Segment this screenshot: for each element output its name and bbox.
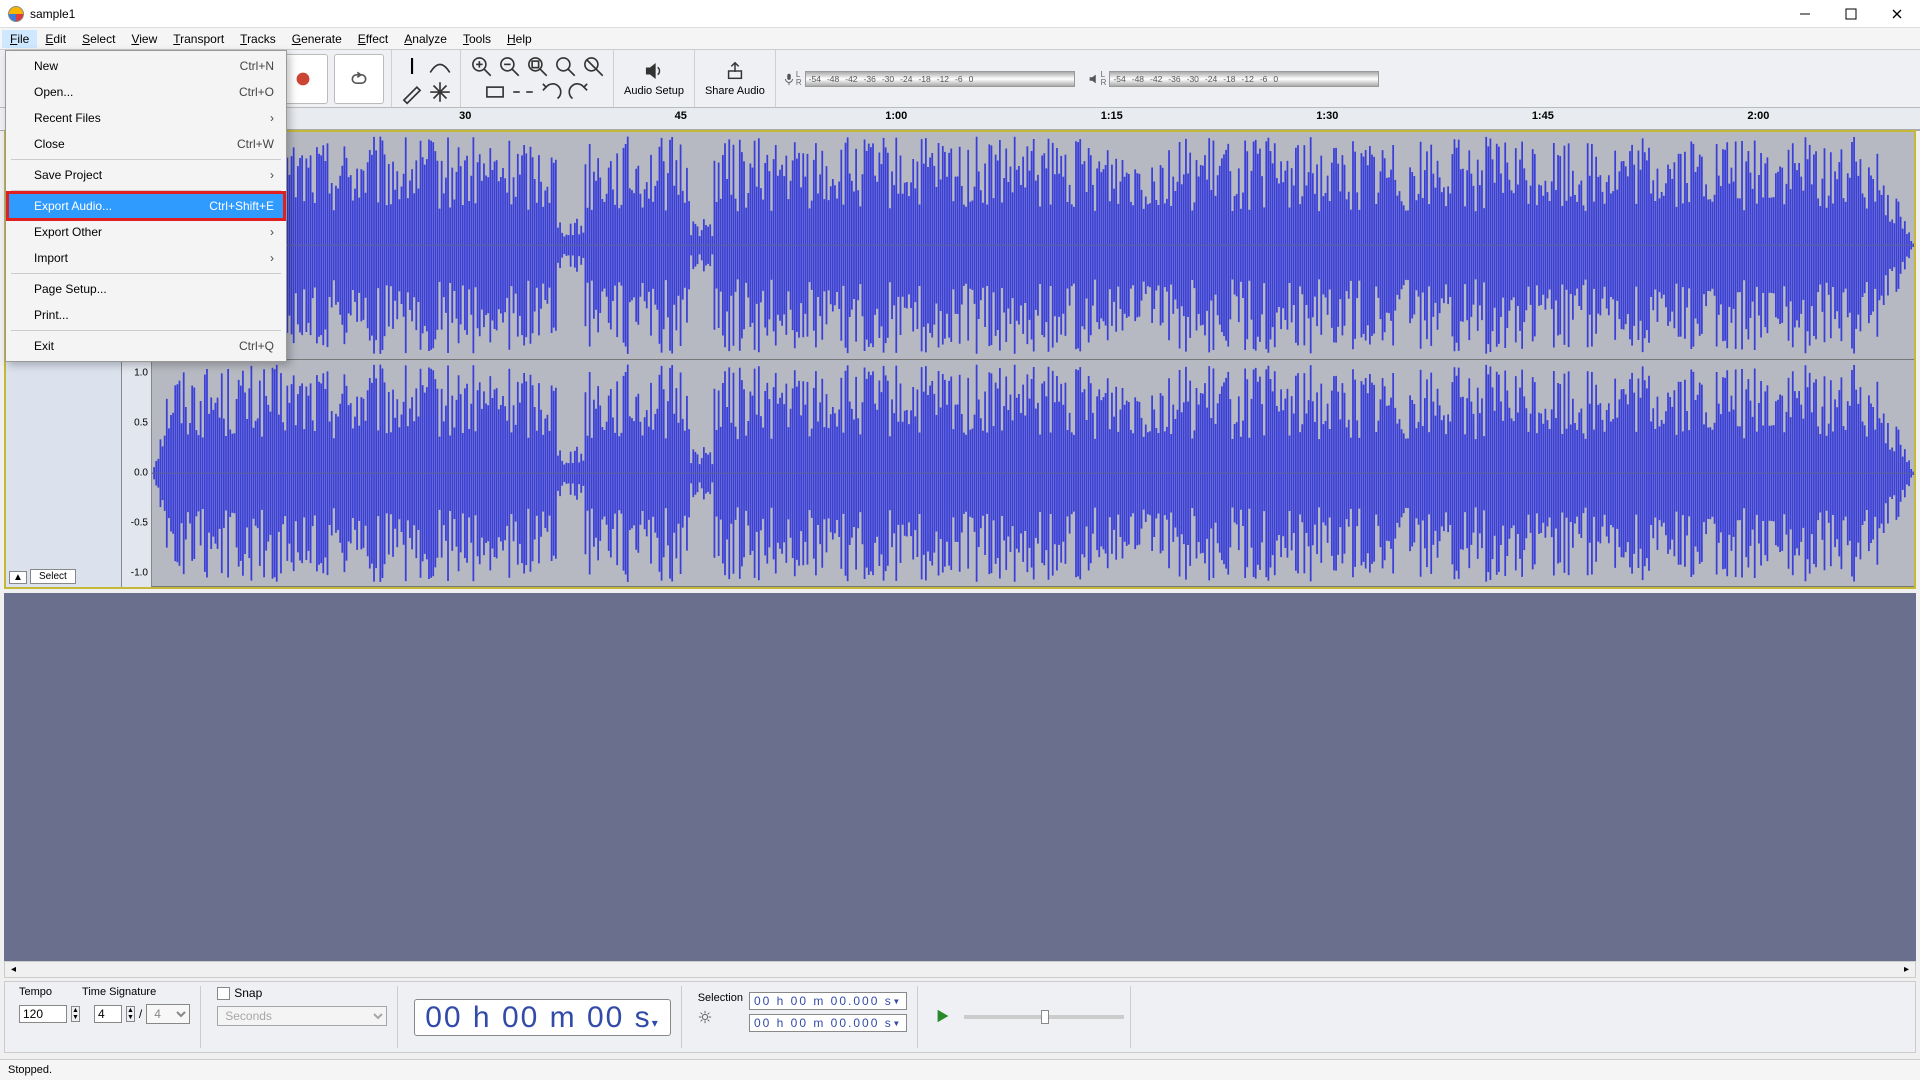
timesig-sep: / [139,1007,142,1021]
waveform-area[interactable] [152,132,1914,587]
menu-item-export-other[interactable]: Export Other› [8,219,284,245]
selection-label: Selection [698,992,743,1004]
draw-tool-icon[interactable] [399,79,425,105]
status-text: Stopped. [8,1064,52,1076]
playback-speed-slider[interactable] [964,1015,1124,1019]
menu-item-close[interactable]: CloseCtrl+W [8,131,284,157]
menu-item-exit[interactable]: ExitCtrl+Q [8,333,284,359]
loop-button[interactable] [334,54,384,104]
zoom-out-icon[interactable] [496,53,522,79]
menu-item-new[interactable]: NewCtrl+N [8,53,284,79]
envelope-tool-icon[interactable] [427,53,453,79]
menu-item-save-project[interactable]: Save Project› [8,162,284,188]
svg-text:I: I [409,53,415,79]
menu-tools[interactable]: Tools [455,30,499,48]
track-select-button[interactable]: Select [30,569,76,584]
zoom-in-icon[interactable] [468,53,494,79]
tempo-label: Tempo [19,986,52,998]
minimize-button[interactable] [1782,0,1828,27]
speaker-icon [1087,72,1101,86]
window-title: sample1 [30,7,75,21]
titlebar: sample1 [0,0,1920,28]
menu-tracks[interactable]: Tracks [232,30,284,48]
recording-meter[interactable]: LR -54-48-42-36-30-24-18-12-60 [776,50,1081,107]
menu-generate[interactable]: Generate [284,30,350,48]
timesig-num-input[interactable] [94,1005,122,1023]
share-audio-button[interactable]: Share Audio [695,50,776,107]
timesig-label: Time Signature [82,986,156,998]
multi-tool-icon[interactable] [427,79,453,105]
menu-help[interactable]: Help [499,30,540,48]
menu-effect[interactable]: Effect [350,30,396,48]
undo-icon[interactable] [538,79,564,105]
statusbar: Stopped. [0,1059,1920,1080]
toolbar: I Audio Setup Share Audio LR [0,50,1920,108]
scroll-right-icon[interactable]: ▸ [1898,962,1915,977]
trim-icon[interactable] [482,79,508,105]
microphone-icon [782,72,796,86]
selection-start-display[interactable]: 00 h 00 m 00.000 s▾ [749,992,907,1010]
fit-project-icon[interactable] [552,53,578,79]
selection-tool-icon[interactable]: I [399,53,425,79]
menu-analyze[interactable]: Analyze [396,30,455,48]
snap-label: Snap [234,986,262,1000]
file-menu-dropdown: NewCtrl+NOpen...Ctrl+ORecent Files›Close… [5,50,287,362]
bottom-toolbar: Tempo Time Signature ▲▼ ▲▼ / 4 Snap Seco… [4,981,1916,1053]
track-collapse-button[interactable]: ▲ [9,571,27,584]
menu-item-page-setup[interactable]: Page Setup... [8,276,284,302]
menu-file[interactable]: File [2,30,37,48]
snap-unit-select[interactable]: Seconds [217,1006,387,1026]
menu-transport[interactable]: Transport [165,30,232,48]
fit-selection-icon[interactable] [524,53,550,79]
audio-setup-label: Audio Setup [624,85,684,97]
menu-item-open[interactable]: Open...Ctrl+O [8,79,284,105]
maximize-button[interactable] [1828,0,1874,27]
redo-icon[interactable] [566,79,592,105]
menubar: FileEditSelectViewTransportTracksGenerat… [0,28,1920,50]
menu-item-recent-files[interactable]: Recent Files› [8,105,284,131]
waveform-channel-right[interactable] [152,360,1914,588]
selection-end-display[interactable]: 00 h 00 m 00.000 s▾ [749,1014,907,1032]
menu-item-import[interactable]: Import› [8,245,284,271]
time-position-display[interactable]: 00 h 00 m 00 s▾ [414,999,671,1036]
menu-select[interactable]: Select [74,30,123,48]
zoom-toggle-icon[interactable] [580,53,606,79]
tempo-input[interactable] [19,1005,67,1023]
empty-track-area[interactable] [4,593,1916,961]
menu-edit[interactable]: Edit [37,30,74,48]
share-audio-label: Share Audio [705,85,765,97]
timeline-ruler[interactable]: 1530451:001:151:301:452:00 [124,108,1920,130]
menu-item-export-audio[interactable]: Export Audio...Ctrl+Shift+E [8,193,284,219]
app-icon [8,6,24,22]
gear-icon[interactable] [698,1010,712,1024]
close-button[interactable] [1874,0,1920,27]
play-at-speed-button[interactable] [934,1007,952,1028]
track-viewport: ▲ Select 1.0 0.5 0.0 -0.5 -1.0 1.0 0.5 0… [4,130,1916,589]
menu-view[interactable]: View [123,30,165,48]
silence-icon[interactable] [510,79,536,105]
audio-setup-button[interactable]: Audio Setup [614,50,695,107]
menu-item-print[interactable]: Print... [8,302,284,328]
timesig-den-select[interactable]: 4 [146,1004,190,1024]
horizontal-scrollbar[interactable]: ◂ ▸ [4,961,1916,978]
playback-meter[interactable]: LR -54-48-42-36-30-24-18-12-60 [1081,50,1386,107]
scroll-left-icon[interactable]: ◂ [5,962,22,977]
waveform-channel-left[interactable] [152,132,1914,360]
snap-checkbox[interactable] [217,987,230,1000]
